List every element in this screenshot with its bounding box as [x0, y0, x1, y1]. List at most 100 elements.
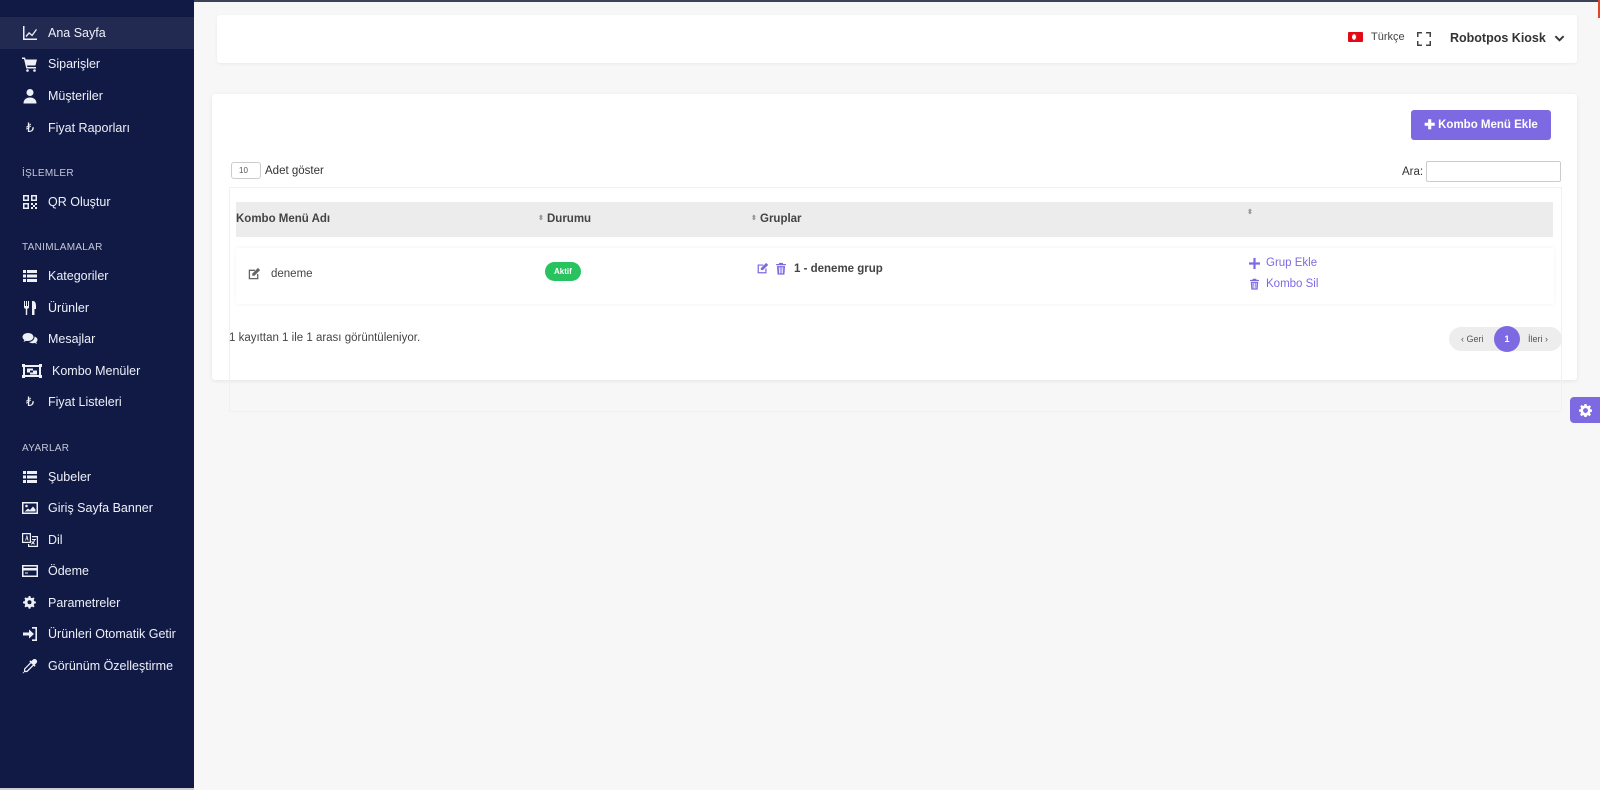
kombo-name: deneme: [271, 268, 313, 280]
sidebar-item-qr-olustur[interactable]: QR Oluştur: [0, 186, 194, 218]
top-header: Türkçe Robotpos Kiosk: [217, 15, 1577, 63]
sidebar-item-parametreler[interactable]: Parametreler: [0, 587, 194, 619]
column-label: Kombo Menü Adı: [236, 213, 331, 225]
sidebar-item-label: Ürünler: [48, 300, 89, 315]
cogs-icon: [21, 595, 39, 611]
edit-icon[interactable]: [247, 267, 261, 281]
sidebar-item-fiyat-raporlari[interactable]: ₺ Fiyat Raporları: [0, 112, 194, 144]
user-icon: [21, 88, 39, 104]
sidebar-item-label: Dil: [48, 532, 63, 547]
page-length-select[interactable]: 10: [231, 162, 261, 179]
turkey-flag-icon: [1348, 32, 1363, 42]
list-icon: [21, 469, 39, 485]
sidebar-item-urunler[interactable]: Ürünler: [0, 292, 194, 324]
sidebar-item-label: Fiyat Listeleri: [48, 395, 122, 410]
sort-icon: ⬍: [751, 215, 757, 222]
status-badge: Aktif: [545, 262, 581, 281]
sidebar-item-giris-sayfa-banner[interactable]: Giriş Sayfa Banner: [0, 492, 194, 524]
sidebar-item-label: Kombo Menüler: [52, 363, 141, 378]
trash-icon[interactable]: [775, 262, 787, 275]
user-name: Robotpos Kiosk: [1450, 31, 1546, 45]
column-header-durumu[interactable]: ⬍ Durumu: [538, 213, 591, 225]
sidebar-item-urunleri-otomatik-getir[interactable]: Ürünleri Otomatik Getir: [0, 619, 194, 651]
sidebar-item-label: Giriş Sayfa Banner: [48, 501, 153, 516]
sidebar-item-odeme[interactable]: Ödeme: [0, 556, 194, 588]
table-row: deneme Aktif 1 - deneme grup Grup Ekle K…: [236, 248, 1554, 304]
pagination-prev-label: Geri: [1466, 334, 1484, 344]
sidebar-item-ana-sayfa[interactable]: Ana Sayfa: [0, 17, 194, 49]
lira-icon: ₺: [25, 394, 35, 410]
sidebar-item-label: Kategoriler: [48, 268, 109, 283]
pagination-next-label: İleri: [1528, 334, 1543, 344]
sign-in-icon: [21, 626, 39, 642]
cart-icon: [21, 56, 39, 73]
search-control: Ara:: [1402, 161, 1562, 182]
edit-group-icon[interactable]: [756, 262, 769, 275]
group-name: 1 - deneme grup: [794, 262, 883, 275]
window-top-border: [194, 0, 1600, 2]
sidebar-item-subeler[interactable]: Şubeler: [0, 461, 194, 493]
sidebar-item-kombo-menuler[interactable]: Kombo Menüler: [0, 355, 194, 387]
pagination-page-current[interactable]: 1: [1494, 326, 1520, 352]
gear-icon: [1578, 403, 1592, 417]
column-label: Durumu: [547, 213, 592, 225]
sidebar-item-dil[interactable]: Dil: [0, 524, 194, 556]
sidebar-item-siparisler[interactable]: Siparişler: [0, 49, 194, 81]
chevron-down-icon: [1554, 35, 1565, 42]
groups-cell: 1 - deneme grup: [756, 262, 883, 275]
sidebar-item-label: Ürünleri Otomatik Getir: [48, 627, 176, 642]
qrcode-icon: [21, 194, 39, 210]
list-icon: [21, 268, 39, 284]
actions-cell: Grup Ekle Kombo Sil: [1249, 257, 1318, 290]
search-input[interactable]: [1426, 161, 1562, 182]
sidebar-section-tanimlamalar: TANIMLAMALAR: [22, 242, 103, 254]
sidebar-item-label: Siparişler: [48, 57, 101, 72]
pagination: ‹ Geri 1 İleri ›: [1449, 326, 1562, 352]
sidebar-item-fiyat-listeleri[interactable]: ₺ Fiyat Listeleri: [0, 387, 194, 419]
chart-line-icon: [21, 25, 39, 41]
lira-icon: ₺: [25, 119, 35, 135]
pagination-prev[interactable]: ‹ Geri: [1461, 334, 1484, 344]
sidebar-item-label: Ödeme: [48, 564, 89, 579]
comments-icon: [21, 331, 39, 347]
status-cell: Aktif: [545, 262, 581, 281]
credit-card-icon: [21, 563, 39, 579]
sort-icon: ⬍: [1247, 209, 1253, 216]
image-icon: [21, 500, 39, 516]
user-menu[interactable]: Robotpos Kiosk: [1450, 31, 1565, 45]
sidebar-item-label: Parametreler: [48, 595, 121, 610]
sidebar-section-ayarlar: AYARLAR: [22, 442, 70, 454]
sidebar: Ana Sayfa Siparişler Müşteriler ₺ Fiyat …: [0, 0, 194, 790]
search-label: Ara:: [1402, 165, 1424, 178]
settings-panel-toggle[interactable]: [1570, 397, 1600, 423]
sidebar-item-label: Mesajlar: [48, 332, 96, 347]
table-info: 1 kayıttan 1 ile 1 arası görüntüleniyor.: [229, 332, 421, 344]
fullscreen-icon[interactable]: [1416, 31, 1432, 47]
column-header-gruplar[interactable]: ⬍ Gruplar: [751, 213, 802, 225]
column-header-kombo-menu-adi[interactable]: Kombo Menü Adı: [236, 213, 330, 225]
sidebar-section-islemler: İŞLEMLER: [22, 167, 74, 179]
kombo-menu-card: ✚ Kombo Menü Ekle 10 Adet göster Ara: 1 …: [212, 94, 1577, 412]
add-group-link[interactable]: Grup Ekle: [1249, 257, 1318, 269]
add-kombo-menu-label: Kombo Menü Ekle: [1438, 119, 1538, 131]
column-label: Gruplar: [760, 213, 802, 225]
object-group-icon: [21, 363, 43, 379]
language-icon: [21, 532, 39, 548]
delete-kombo-link[interactable]: Kombo Sil: [1249, 278, 1318, 290]
sidebar-item-mesajlar[interactable]: Mesajlar: [0, 323, 194, 355]
page-length-control: 10 Adet göster: [231, 162, 324, 179]
sort-icon: ⬍: [538, 215, 544, 222]
table-header: Kombo Menü Adı ⬍ Durumu ⬍ Gruplar ⬍: [236, 202, 1553, 237]
column-header-actions[interactable]: ⬍: [1247, 209, 1256, 216]
sidebar-item-label: Şubeler: [48, 469, 92, 484]
add-kombo-menu-button[interactable]: ✚ Kombo Menü Ekle: [1411, 110, 1551, 140]
plus-icon: ✚: [1424, 117, 1436, 132]
sidebar-item-gorunum-ozellestirme[interactable]: Görünüm Özelleştirme: [0, 650, 194, 682]
plus-icon: [1249, 257, 1260, 269]
pagination-next[interactable]: İleri ›: [1528, 334, 1548, 344]
sidebar-item-kategoriler[interactable]: Kategoriler: [0, 260, 194, 292]
language-selector[interactable]: Türkçe: [1348, 31, 1405, 43]
language-label: Türkçe: [1371, 31, 1405, 43]
sidebar-item-label: Ana Sayfa: [48, 25, 106, 40]
sidebar-item-musteriler[interactable]: Müşteriler: [0, 80, 194, 112]
